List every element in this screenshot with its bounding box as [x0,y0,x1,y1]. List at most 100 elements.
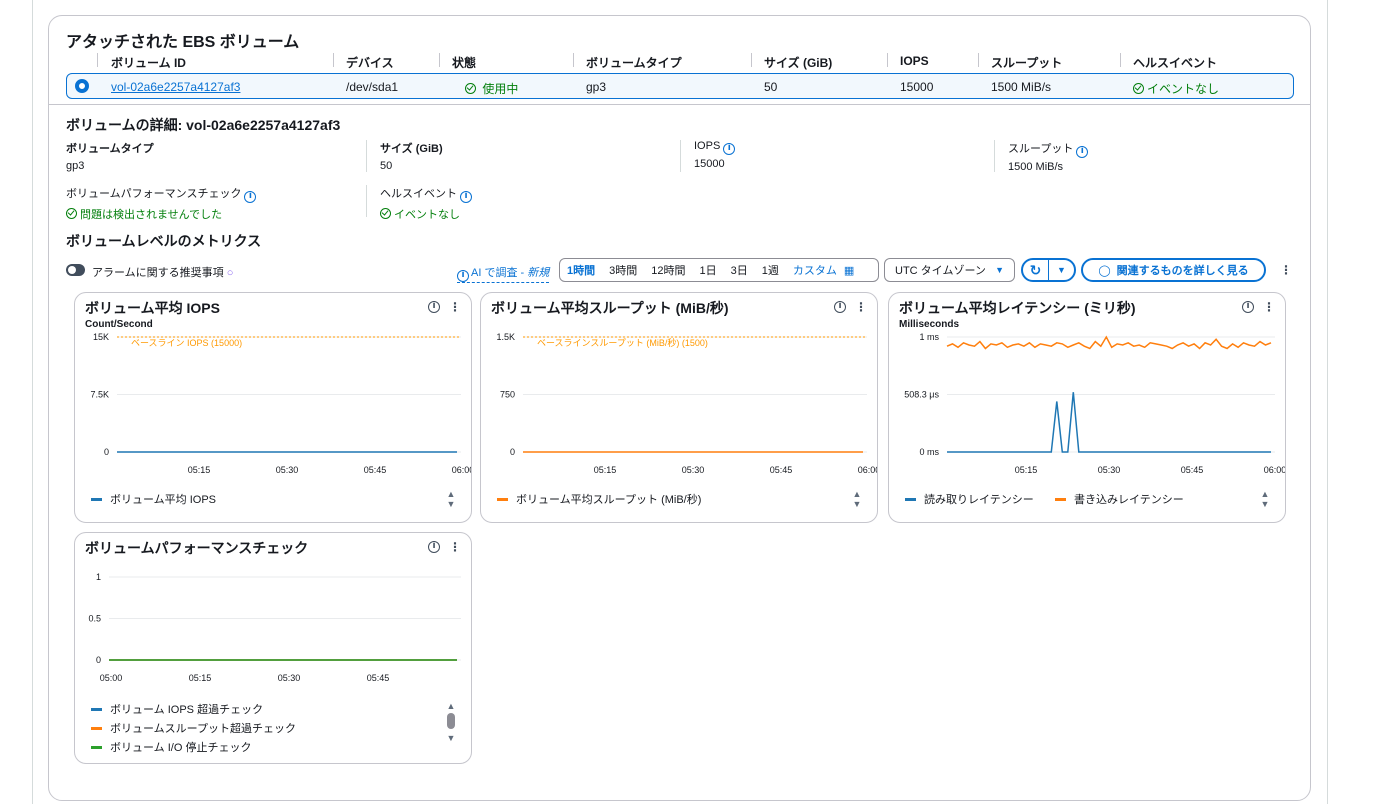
baseline-label: ベースラインスループット (MiB/秒) (1500) [537,337,708,348]
legend-scroll[interactable]: ▲ ▼ [445,489,457,509]
explore-label: 関連するものを詳しく見る [1116,265,1249,277]
x-tick-label: 05:30 [682,465,705,475]
detail-value: 1500 MiB/s [1008,161,1064,173]
health-cell: イベントなし [1133,80,1219,97]
col-device[interactable]: デバイス [346,54,394,71]
col-state[interactable]: 状態 [452,54,476,71]
detail-iops: IOPS i 15000 [694,140,736,170]
more-options-icon[interactable]: ⋮ [449,301,461,313]
detail-throughput: スループット i 1500 MiB/s [1008,140,1089,173]
legend-swatch [91,707,102,711]
lightbulb-icon[interactable]: ○ [227,267,234,279]
health-text: イベントなし [1147,82,1220,96]
column-divider [366,140,367,172]
volume-id-link[interactable]: vol-02a6e2257a4127af3 [111,80,240,94]
chart-card-perf-check: ボリュームパフォーマンスチェック i ⋮ 1 0.5 0 05:00 05:15 05:30… [74,532,472,764]
info-icon[interactable]: i [244,191,257,203]
info-icon[interactable]: i [1242,301,1254,313]
range-12h[interactable]: 12時間 [644,262,692,278]
x-tick-label: 05:30 [276,465,299,475]
range-3h[interactable]: 3時間 [602,262,644,278]
col-type[interactable]: ボリュームタイプ [586,54,682,71]
alarm-toggle[interactable] [66,264,85,276]
chart-actions: i ⋮ [1242,301,1275,313]
detail-health: ヘルスイベント i イベントなし [380,185,472,222]
legend-item[interactable]: ボリュームスループット超過チェック [91,720,296,736]
chart-card-throughput: ボリューム平均スループット (MiB/秒) i ⋮ 1.5K 750 0 05:15 05… [480,292,878,523]
legend-label: ボリューム平均 IOPS [110,494,217,506]
range-3d[interactable]: 3日 [724,262,755,278]
col-health[interactable]: ヘルスイベント [1133,54,1217,71]
column-divider [994,140,995,172]
detail-perf-check: ボリュームパフォーマンスチェック i 問題は検出されませんでした [66,185,257,222]
detail-label: ボリュームタイプ [66,143,154,155]
throughput-chart: 1.5K 750 0 05:15 05:30 05:45 06:00 ベースラインスループット… [496,332,877,475]
row-radio[interactable] [75,79,89,93]
col-separator [978,53,979,67]
refresh-options-icon[interactable]: ▼ [1049,260,1074,280]
alarm-label-text: アラームに関する推奨事項 [92,267,224,279]
col-volume-id[interactable]: ボリューム ID [111,54,186,71]
detail-label: ヘルスイベント [380,188,457,200]
type-cell: gp3 [586,80,607,94]
x-tick-label: 05:15 [1015,465,1038,475]
table-row[interactable]: vol-02a6e2257a4127af3 /dev/sda1 使用中 gp3 … [66,73,1294,99]
info-icon[interactable]: i [723,143,736,155]
col-separator [751,53,752,67]
range-custom[interactable]: カスタム [786,262,844,278]
range-1h[interactable]: 1時間 [560,262,602,278]
more-options-icon[interactable]: ⋮ [1280,264,1292,276]
col-separator [439,53,440,67]
chart-title: ボリューム平均 IOPS [85,300,220,316]
legend-item[interactable]: ボリューム I/O 停止チェック [91,739,251,755]
info-icon[interactable]: i [428,541,440,553]
info-icon[interactable]: i [460,191,472,203]
legend-item[interactable]: 書き込みレイテンシー [1055,491,1184,507]
chart-actions: i ⋮ [834,301,867,313]
legend-item[interactable]: ボリューム IOPS 超過チェック [91,701,263,717]
info-icon[interactable]: i [428,301,440,313]
caret-down-icon: ▼ [995,265,1004,275]
more-options-icon[interactable]: ⋮ [1263,301,1275,313]
range-1d[interactable]: 1日 [693,262,724,278]
x-tick-label: 05:45 [1181,465,1204,475]
timezone-select[interactable]: UTC タイムゾーン ▼ [884,258,1015,282]
info-icon[interactable]: i [834,301,846,313]
legend-item[interactable]: 読み取りレイテンシー [905,491,1034,507]
detail-value: 問題は検出されませんでした [80,209,223,221]
chart-title: ボリュームパフォーマンスチェック [85,540,309,556]
detail-size: サイズ (GiB) 50 [380,140,443,172]
legend-item[interactable]: ボリューム平均スループット (MiB/秒) [497,491,701,507]
range-1w[interactable]: 1週 [755,262,786,278]
col-size[interactable]: サイズ (GiB) [764,54,832,71]
detail-type: ボリュームタイプ gp3 [66,140,154,172]
check-circle-icon [66,208,77,219]
col-throughput[interactable]: スループット [991,54,1062,71]
column-divider [366,185,367,217]
y-tick-label: 1 [96,572,101,582]
calendar-icon[interactable]: ▦ [844,264,854,277]
y-tick-label: 0 [96,655,101,665]
detail-label: ボリュームパフォーマンスチェック [66,188,242,200]
col-separator [887,53,888,67]
chart-title: ボリューム平均レイテンシー (ミリ秒) [899,300,1136,316]
x-tick-label: 05:00 [100,673,123,683]
legend-item[interactable]: ボリューム平均 IOPS [91,491,216,507]
ai-investigate-link[interactable]: i AI で調査 - 新規 [457,264,550,283]
time-range-selector: 1時間 3時間 12時間 1日 3日 1週 カスタム ▦ [559,258,879,282]
legend-scroll[interactable]: ▲ ▼ [445,701,457,743]
col-separator [333,53,334,67]
legend-scroll[interactable]: ▲ ▼ [1259,489,1271,509]
col-iops[interactable]: IOPS [900,54,929,68]
explore-related-button[interactable]: ◯ 関連するものを詳しく見る [1081,258,1266,282]
detail-value: gp3 [66,160,85,172]
more-options-icon[interactable]: ⋮ [855,301,867,313]
y-tick-label: 0 [104,447,109,457]
more-options-icon[interactable]: ⋮ [449,541,461,553]
refresh-icon[interactable]: ↻ [1023,260,1049,280]
check-circle-icon [465,83,476,94]
legend-scroll[interactable]: ▲ ▼ [851,489,863,509]
col-separator [573,53,574,67]
info-icon[interactable]: i [1076,146,1089,158]
size-cell: 50 [764,80,778,94]
